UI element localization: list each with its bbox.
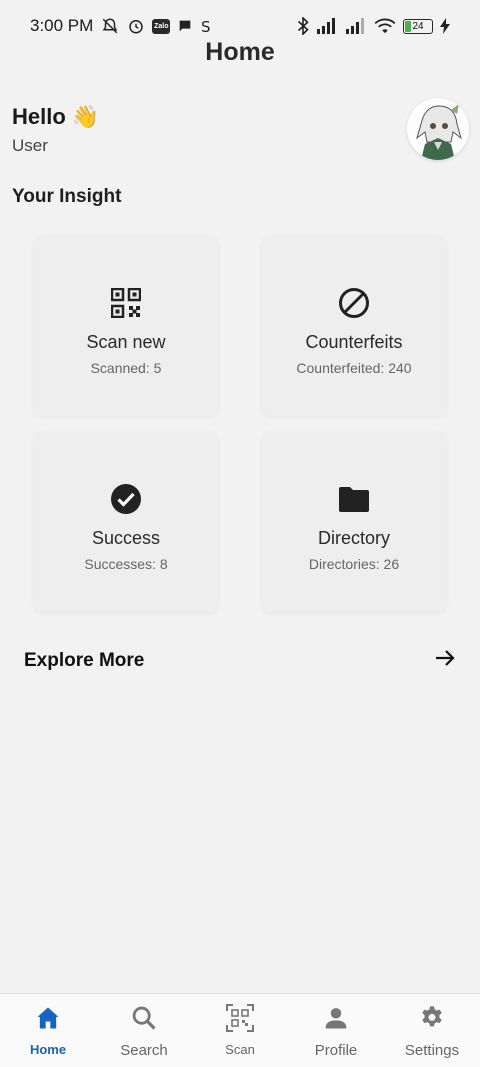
nav-scan[interactable]: Scan [192,994,288,1067]
page-title: Home [205,38,275,66]
alarm-icon [127,17,145,35]
nav-label: Scan [225,1042,255,1057]
greeting-hello: Hello [12,104,66,129]
greeting-hello-row: Hello 👋 [12,104,99,130]
greeting: Hello 👋 User [12,104,99,156]
qr-scan-icon [226,1004,254,1037]
chat-bubble-icon [177,18,193,34]
card-title: Success [91,528,161,548]
card-subtitle: Scanned: 5 [90,360,162,376]
charging-icon [440,18,450,34]
avatar[interactable] [407,98,469,160]
nav-settings[interactable]: Settings [384,994,480,1067]
explore-more-row[interactable]: Explore More [24,648,456,673]
battery-icon: 24 [403,18,433,34]
nav-label: Settings [404,1042,460,1059]
nav-profile[interactable]: Profile [288,994,384,1067]
nav-label: Search [120,1042,168,1059]
card-subtitle: Successes: 8 [84,556,168,572]
bluetooth-icon [297,17,309,35]
nav-label: Home [29,1042,67,1057]
card-scan-new[interactable]: Scan new Scanned: 5 [34,236,218,416]
home-icon [34,1004,62,1037]
card-title: Counterfeits [305,332,403,352]
svg-text:S: S [201,18,211,35]
person-icon [322,1004,350,1037]
app-s-icon: S [200,17,214,35]
card-counterfeits[interactable]: Counterfeits Counterfeited: 240 [262,236,446,416]
arrow-right-icon[interactable] [434,648,456,673]
folder-icon [337,482,371,516]
signal-icon-2 [345,18,367,34]
card-title: Directory [317,528,390,548]
greeting-username: User [12,136,48,155]
zalo-icon: Zalo [152,18,171,34]
wave-icon: 👋 [71,104,100,129]
block-icon [337,286,371,320]
card-success[interactable]: Success Successes: 8 [34,432,218,612]
gear-icon [418,1004,446,1037]
insight-section-title: Your Insight [12,186,122,207]
nav-home[interactable]: Home [0,994,96,1067]
explore-more-label: Explore More [24,649,145,671]
card-subtitle: Counterfeited: 240 [296,360,412,376]
qr-code-icon [109,286,143,320]
signal-icon [316,18,338,34]
status-time: 3:00 PM [30,16,94,35]
card-title: Scan new [86,332,166,352]
bottom-nav: Home Search Scan Profile Settings [0,993,480,1067]
notifications-muted-icon [100,17,120,35]
card-directory[interactable]: Directory Directories: 26 [262,432,446,612]
card-subtitle: Directories: 26 [308,556,400,572]
check-circle-icon [109,482,143,516]
nav-label: Profile [314,1042,358,1059]
search-icon [130,1004,158,1037]
nav-search[interactable]: Search [96,994,192,1067]
wifi-icon [374,18,396,34]
